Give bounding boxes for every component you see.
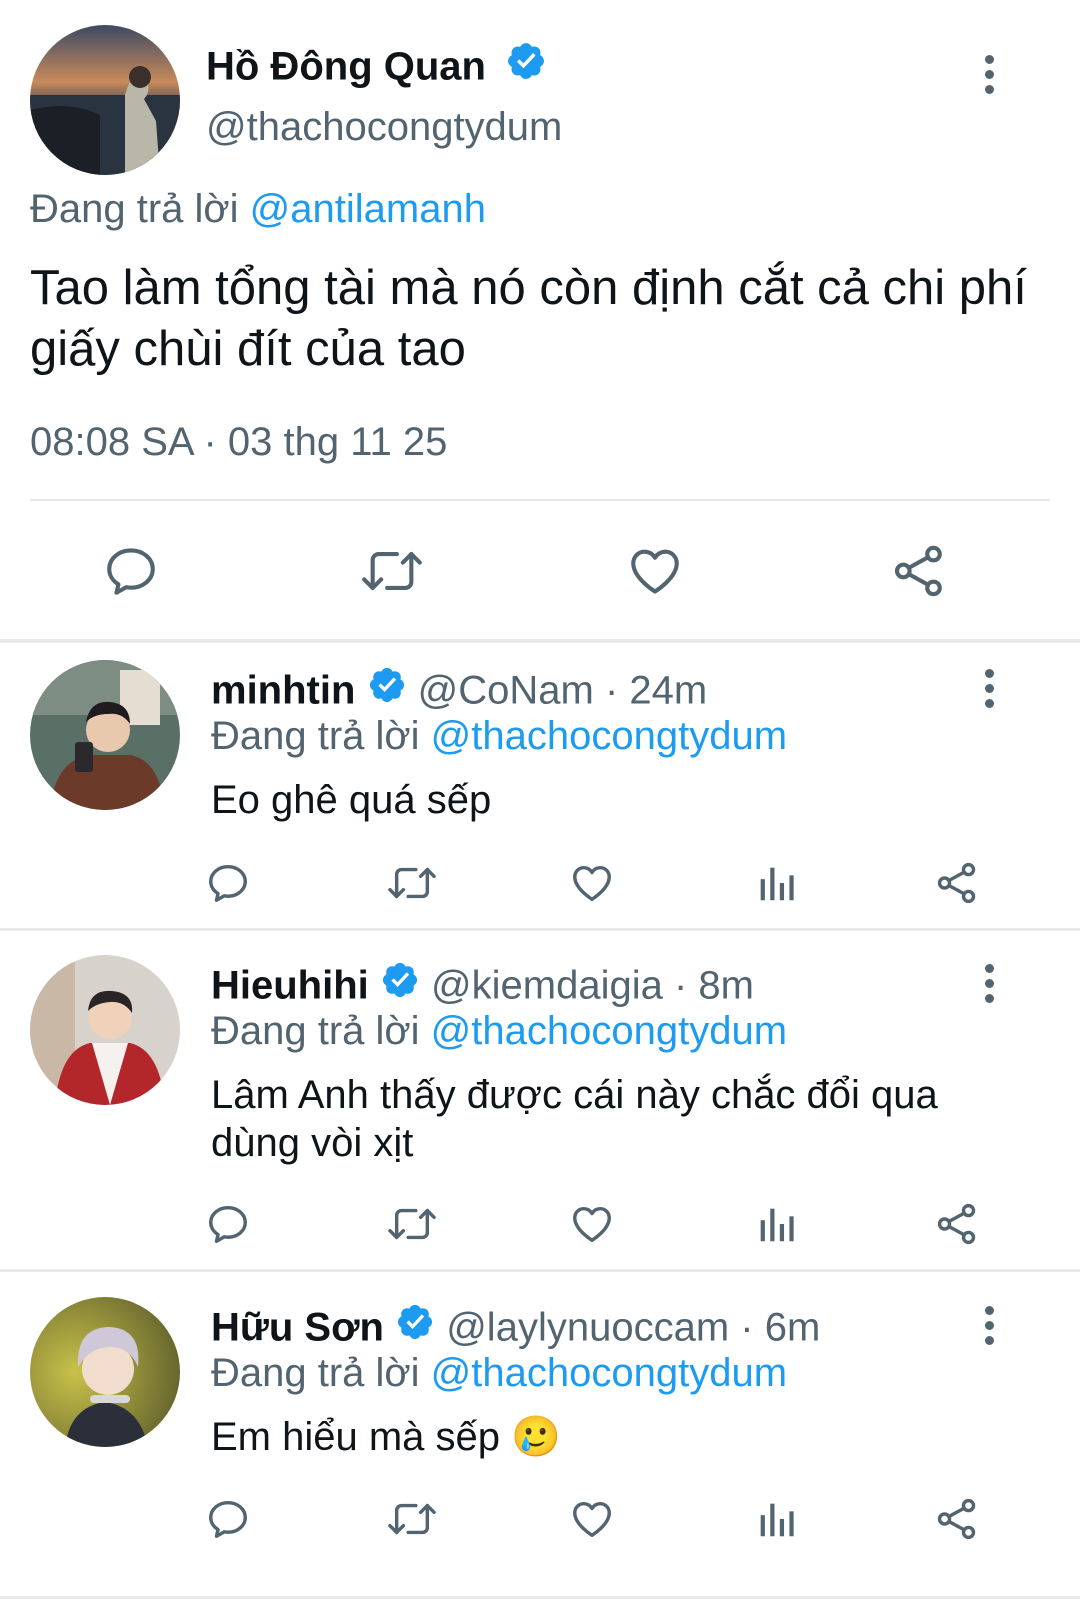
reply-icon[interactable] [205,1201,251,1247]
reply-author-line: Hữu Sơn @laylynuoccam · 6m [211,1302,820,1355]
avatar-reply-2[interactable] [30,955,180,1105]
share-icon[interactable] [934,1496,980,1542]
reply-author-line: minhtin @CoNam · 24m [211,665,707,718]
retweet-icon[interactable] [386,1201,438,1247]
reply-context: Đang trả lời @thachocongtydum [211,1009,787,1054]
section-separator [0,1596,1080,1599]
reply-display-name[interactable]: Hieuhihi [211,964,369,1008]
reply-text: Em hiểu mà sếp 🥲 [211,1415,561,1459]
reply-prefix: Đang trả lời [30,187,239,231]
share-icon[interactable] [934,1201,980,1247]
views-icon[interactable] [753,1496,799,1542]
reply-display-name[interactable]: minhtin [211,669,355,713]
reply-time[interactable]: · 8m [674,964,754,1008]
reply-time[interactable]: · 6m [740,1306,820,1350]
reply-prefix: Đang trả lời [211,1009,420,1053]
reply-handle[interactable]: @kiemdaigia [431,964,663,1008]
views-icon[interactable] [753,860,799,906]
section-separator [0,928,1080,931]
like-icon[interactable] [569,1201,615,1247]
share-icon[interactable] [890,542,948,600]
avatar-reply-3[interactable] [30,1297,180,1447]
reply-handle[interactable]: @CoNam [418,669,594,713]
avatar-reply-1[interactable] [30,660,180,810]
main-author-line: Hồ Đông Quan [206,43,547,95]
section-separator [0,639,1080,643]
retweet-icon[interactable] [386,1496,438,1542]
avatar-main[interactable] [30,25,180,175]
reply-display-name[interactable]: Hữu Sơn [211,1306,384,1350]
more-options-icon[interactable] [983,669,995,708]
reply-icon[interactable] [205,1496,251,1542]
retweet-icon[interactable] [360,542,424,600]
verified-badge-icon [380,960,420,1010]
reply-text: Eo ghê quá sếp [211,778,492,822]
divider [30,499,1050,501]
reply-to-link[interactable]: @thachocongtydum [431,1351,787,1395]
reply-icon[interactable] [102,542,160,600]
reply-text: Lâm Anh thấy được cái này chắc đổi qua d… [211,1073,938,1165]
reply-context: Đang trả lời @antilamanh [30,187,486,232]
reply-context: Đang trả lời @thachocongtydum [211,714,787,759]
tweet-timestamp[interactable]: 08:08 SA · 03 thg 11 25 [30,420,447,465]
verified-badge-icon [395,1302,435,1352]
like-icon[interactable] [626,542,684,600]
reply-time[interactable]: · 24m [605,669,707,713]
tweet-text: Tao làm tổng tài mà nó còn định cắt cả c… [30,261,1027,376]
verified-badge-icon [367,665,407,715]
reply-prefix: Đang trả lời [211,1351,420,1395]
views-icon[interactable] [753,1201,799,1247]
share-icon[interactable] [934,860,980,906]
more-options-icon[interactable] [983,964,995,1003]
reply-context: Đang trả lời @thachocongtydum [211,1351,787,1396]
retweet-icon[interactable] [386,860,438,906]
reply-to-link[interactable]: @thachocongtydum [431,714,787,758]
reply-to-link[interactable]: @thachocongtydum [431,1009,787,1053]
more-options-icon[interactable] [983,55,995,94]
reply-author-line: Hieuhihi @kiemdaigia · 8m [211,960,754,1013]
reply-prefix: Đang trả lời [211,714,420,758]
author-handle[interactable]: @thachocongtydum [206,105,562,150]
reply-icon[interactable] [205,860,251,906]
section-separator [0,1269,1080,1272]
like-icon[interactable] [569,860,615,906]
author-display-name[interactable]: Hồ Đông Quan [206,45,486,89]
like-icon[interactable] [569,1496,615,1542]
reply-handle[interactable]: @laylynuoccam [446,1306,729,1350]
more-options-icon[interactable] [983,1306,995,1345]
verified-badge-icon [505,40,547,92]
reply-to-link[interactable]: @antilamanh [250,187,486,231]
